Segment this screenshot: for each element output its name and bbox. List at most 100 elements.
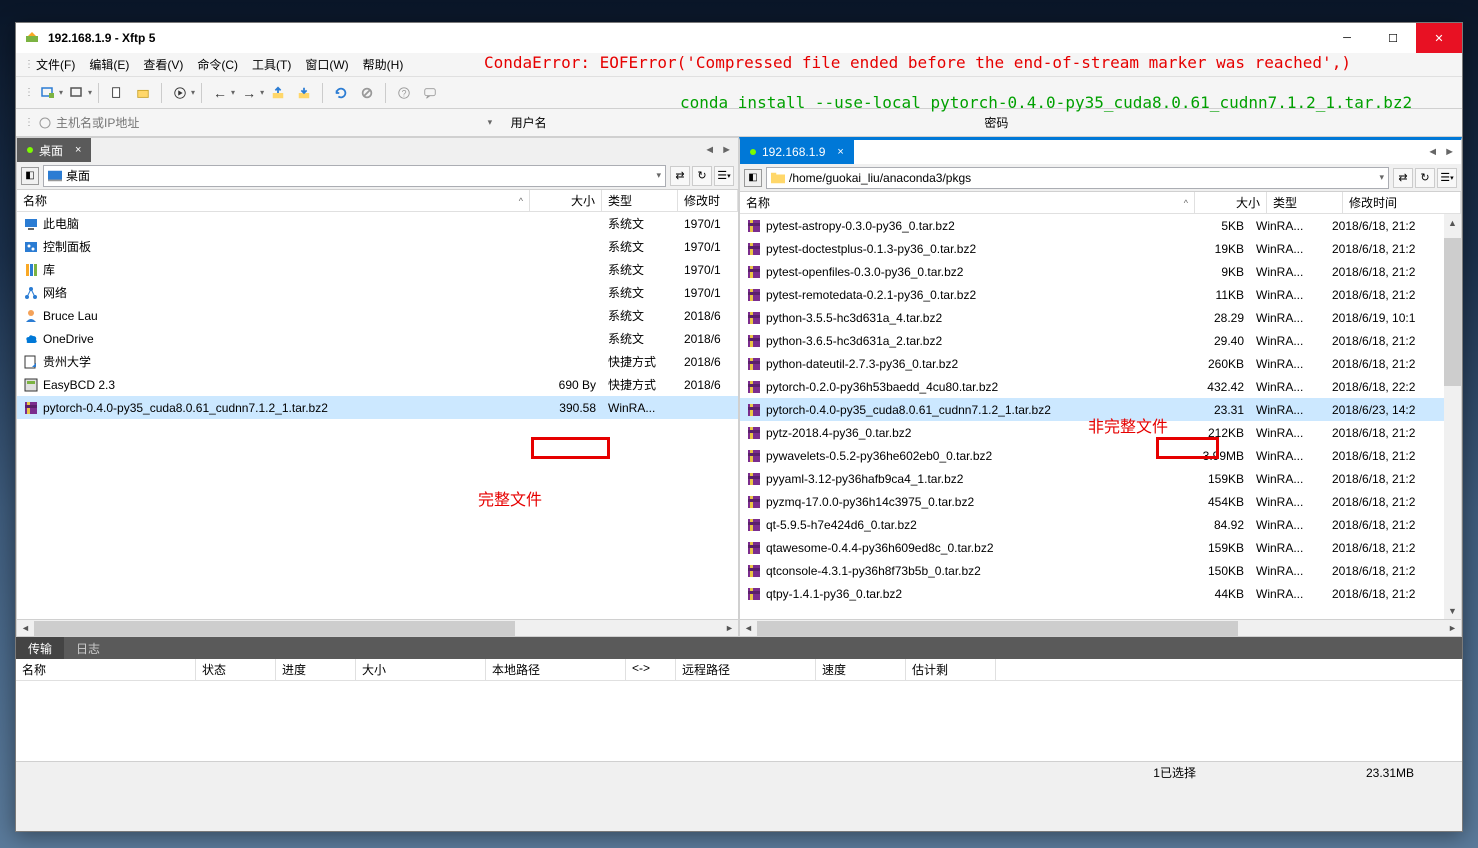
menu-window[interactable]: 窗口(W) (299, 54, 354, 75)
file-size: 44KB (1178, 587, 1250, 601)
file-row[interactable]: qtawesome-0.4.4-py36h609ed8c_0.tar.bz215… (740, 536, 1444, 559)
file-row[interactable]: OneDrive系统文2018/6 (17, 327, 738, 350)
app-window: 192.168.1.9 - Xftp 5 ─ ☐ ✕ ⋮ 文件(F) 编辑(E)… (15, 22, 1463, 832)
refresh-local-icon[interactable]: ↻ (692, 166, 712, 186)
file-row[interactable]: pyzmq-17.0.0-py36h14c3975_0.tar.bz2454KB… (740, 490, 1444, 513)
menu-file[interactable]: 文件(F) (30, 54, 81, 75)
remote-vscroll[interactable]: ▲▼ (1444, 214, 1461, 619)
pass-input[interactable] (1012, 114, 1442, 132)
view-mode-icon[interactable]: ☰▾ (1437, 168, 1457, 188)
refresh-button[interactable] (329, 81, 353, 105)
remote-path-box[interactable]: /home/guokai_liu/anaconda3/pkgs ▾ (766, 167, 1389, 189)
maximize-button[interactable]: ☐ (1370, 23, 1416, 53)
local-path-box[interactable]: 桌面 ▾ (43, 165, 666, 187)
tab-prev-icon[interactable]: ◄ (1425, 146, 1440, 158)
stop-button[interactable] (355, 81, 379, 105)
local-hscroll[interactable]: ◄► (17, 619, 738, 636)
back-button[interactable]: ← (208, 81, 232, 105)
file-row[interactable]: pytz-2018.4-py36_0.tar.bz2212KBWinRA...2… (740, 421, 1444, 444)
new-folder-button[interactable] (131, 81, 155, 105)
file-row[interactable]: python-dateutil-2.7.3-py36_0.tar.bz2260K… (740, 352, 1444, 375)
local-tab-label: 桌面 (39, 142, 63, 159)
col-size[interactable]: 大小 (1195, 192, 1267, 213)
file-row[interactable]: pytest-remotedata-0.2.1-py36_0.tar.bz211… (740, 283, 1444, 306)
tcol-speed[interactable]: 速度 (816, 659, 906, 680)
new-file-button[interactable] (105, 81, 129, 105)
file-row[interactable]: pywavelets-0.5.2-py36he602eb0_0.tar.bz23… (740, 444, 1444, 467)
file-row[interactable]: pytest-astropy-0.3.0-py36_0.tar.bz25KBWi… (740, 214, 1444, 237)
tcol-size[interactable]: 大小 (356, 659, 486, 680)
file-row[interactable]: 此电脑系统文1970/1 (17, 212, 738, 235)
col-name[interactable]: 名称^ (740, 192, 1195, 213)
help-button[interactable]: ? (392, 81, 416, 105)
col-date[interactable]: 修改时间 (1343, 192, 1461, 213)
file-row[interactable]: Bruce Lau系统文2018/6 (17, 304, 738, 327)
file-name: qt-5.9.5-h7e424d6_0.tar.bz2 (766, 518, 917, 532)
close-button[interactable]: ✕ (1416, 23, 1462, 53)
tab-prev-icon[interactable]: ◄ (702, 144, 717, 156)
file-row[interactable]: qtconsole-4.3.1-py36h8f73b5b_0.tar.bz215… (740, 559, 1444, 582)
tab-next-icon[interactable]: ► (1442, 146, 1457, 158)
tcol-remain[interactable]: 估计剩 (906, 659, 996, 680)
local-tab-close-icon[interactable]: × (75, 144, 81, 156)
sidebar-toggle-icon[interactable]: ◧ (21, 167, 39, 185)
transfer-icon[interactable]: ⇄ (670, 166, 690, 186)
remote-hscroll[interactable]: ◄► (740, 619, 1461, 636)
minimize-button[interactable]: ─ (1324, 23, 1370, 53)
remote-tab[interactable]: 192.168.1.9 × (740, 140, 854, 164)
reconnect-button[interactable] (65, 81, 89, 105)
user-input[interactable] (551, 114, 981, 132)
file-row[interactable]: 贵州大学快捷方式2018/6 (17, 350, 738, 373)
tab-transfer[interactable]: 传输 (16, 637, 64, 659)
menu-tools[interactable]: 工具(T) (246, 54, 297, 75)
file-row[interactable]: python-3.5.5-hc3d631a_4.tar.bz228.29WinR… (740, 306, 1444, 329)
tcol-name[interactable]: 名称 (16, 659, 196, 680)
host-dropdown[interactable]: ▾ (482, 117, 499, 128)
local-tab[interactable]: 桌面 × (17, 138, 91, 162)
file-row[interactable]: EasyBCD 2.3690 By快捷方式2018/6 (17, 373, 738, 396)
tcol-local[interactable]: 本地路径 (486, 659, 626, 680)
upload-button[interactable] (266, 81, 290, 105)
tcol-remote[interactable]: 远程路径 (676, 659, 816, 680)
col-type[interactable]: 类型 (1267, 192, 1343, 213)
menu-help[interactable]: 帮助(H) (357, 54, 410, 75)
file-row[interactable]: pytorch-0.2.0-py36h53baedd_4cu80.tar.bz2… (740, 375, 1444, 398)
col-size[interactable]: 大小 (530, 190, 602, 211)
transfer-icon[interactable]: ⇄ (1393, 168, 1413, 188)
file-row[interactable]: 控制面板系统文1970/1 (17, 235, 738, 258)
tab-log[interactable]: 日志 (64, 637, 112, 659)
forward-button[interactable]: → (237, 81, 261, 105)
menu-view[interactable]: 查看(V) (137, 54, 189, 75)
file-row[interactable]: pytest-doctestplus-0.1.3-py36_0.tar.bz21… (740, 237, 1444, 260)
tcol-progress[interactable]: 进度 (276, 659, 356, 680)
download-button[interactable] (292, 81, 316, 105)
file-row[interactable]: qtpy-1.4.1-py36_0.tar.bz244KBWinRA...201… (740, 582, 1444, 605)
col-date[interactable]: 修改时 (678, 190, 738, 211)
remote-tab-close-icon[interactable]: × (837, 146, 843, 158)
tab-next-icon[interactable]: ► (719, 144, 734, 156)
play-button[interactable] (168, 81, 192, 105)
file-row[interactable]: python-3.6.5-hc3d631a_2.tar.bz229.40WinR… (740, 329, 1444, 352)
menu-edit[interactable]: 编辑(E) (83, 54, 135, 75)
file-row[interactable]: pytest-openfiles-0.3.0-py36_0.tar.bz29KB… (740, 260, 1444, 283)
menu-command[interactable]: 命令(C) (191, 54, 244, 75)
tcol-arrow[interactable]: <-> (626, 659, 676, 680)
col-type[interactable]: 类型 (602, 190, 678, 211)
host-input[interactable] (52, 114, 482, 132)
file-row[interactable]: pytorch-0.4.0-py35_cuda8.0.61_cudnn7.1.2… (17, 396, 738, 419)
file-type: 系统文 (602, 330, 678, 347)
view-mode-icon[interactable]: ☰▾ (714, 166, 734, 186)
file-row[interactable]: 网络系统文1970/1 (17, 281, 738, 304)
refresh-remote-icon[interactable]: ↻ (1415, 168, 1435, 188)
new-session-button[interactable] (36, 81, 60, 105)
file-row[interactable]: 库系统文1970/1 (17, 258, 738, 281)
file-row[interactable]: pyyaml-3.12-py36hafb9ca4_1.tar.bz2159KBW… (740, 467, 1444, 490)
file-date: 2018/6/18, 21:2 (1326, 587, 1444, 601)
file-row[interactable]: pytorch-0.4.0-py35_cuda8.0.61_cudnn7.1.2… (740, 398, 1444, 421)
tcol-status[interactable]: 状态 (196, 659, 276, 680)
file-row[interactable]: qt-5.9.5-h7e424d6_0.tar.bz284.92WinRA...… (740, 513, 1444, 536)
feedback-button[interactable] (418, 81, 442, 105)
col-name[interactable]: 名称^ (17, 190, 530, 211)
sidebar-toggle-icon[interactable]: ◧ (744, 169, 762, 187)
file-date: 2018/6 (678, 309, 738, 323)
